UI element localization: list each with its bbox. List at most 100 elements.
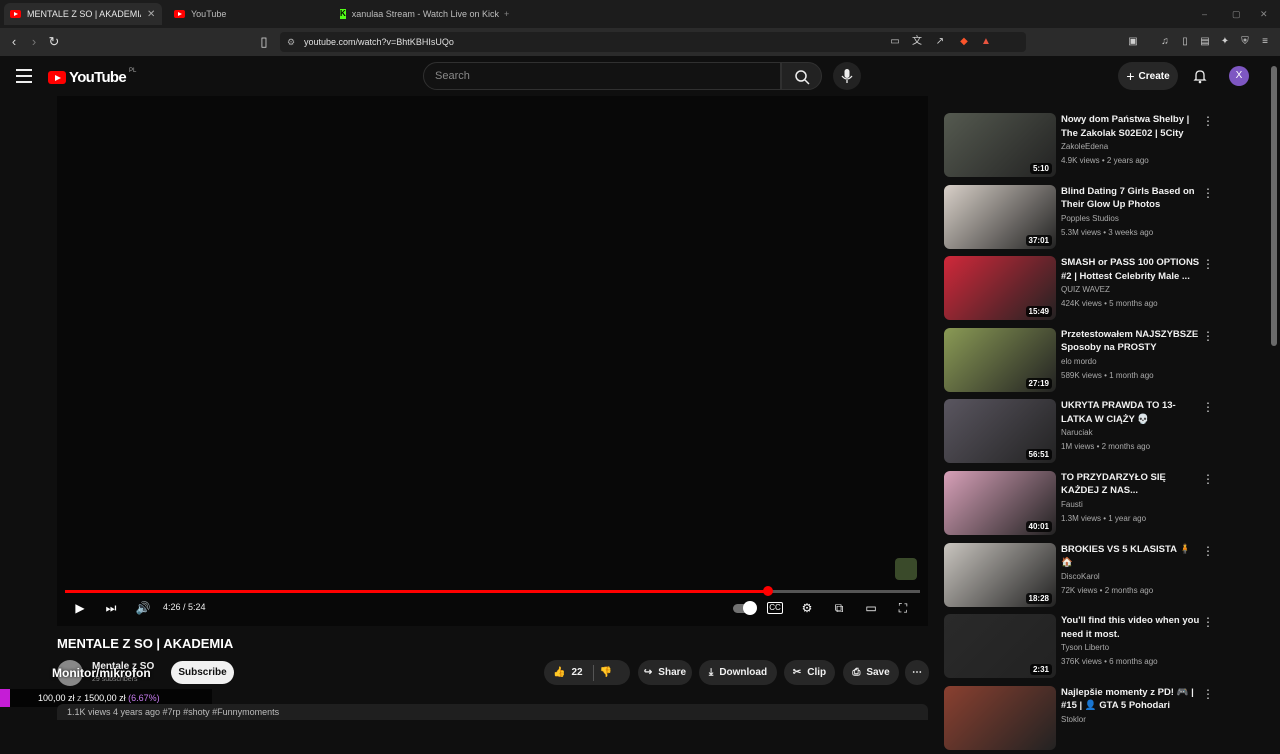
fullscreen-icon[interactable]: ⛶ [895, 600, 911, 616]
description-box[interactable]: 1.1K views 4 years ago #7rp #shoty #Funn… [57, 704, 928, 720]
reload-icon[interactable]: ↻ [46, 34, 62, 50]
captions-icon[interactable]: CC [767, 602, 783, 614]
recommended-title[interactable]: Blind Dating 7 Girls Based on Their Glow… [1061, 185, 1201, 212]
recommended-title[interactable]: TO PRZYDARZYŁO SIĘ KAŻDEJ Z NAS... [1061, 471, 1201, 498]
recommended-video[interactable]: 15:49 SMASH or PASS 100 OPTIONS #2 | Hott… [944, 253, 1219, 325]
video-thumbnail[interactable]: 2:31 [944, 614, 1056, 679]
more-actions-button[interactable]: ⋯ [905, 660, 929, 685]
search-button[interactable] [781, 62, 822, 90]
recommended-channel[interactable]: ZakoleEdena [1061, 142, 1108, 151]
share-icon[interactable]: ↗ [934, 36, 946, 48]
recommended-video[interactable]: Najlepšie momenty z PD! 🎮 | #15 | 👤 GTA … [944, 683, 1219, 754]
download-button[interactable]: ⤓ Download [699, 660, 777, 685]
recommended-channel[interactable]: DiscoKarol [1061, 572, 1100, 581]
browser-tab-youtube[interactable]: YouTube [168, 3, 328, 25]
tab-search-icon[interactable]: ▣ [1127, 36, 1139, 48]
window-close-button[interactable]: ✕ [1254, 3, 1274, 25]
recommended-channel[interactable]: elo mordo [1061, 357, 1097, 366]
page-scrollbar[interactable] [1271, 66, 1277, 346]
forward-icon[interactable]: › [26, 34, 42, 50]
share-button[interactable]: ↪ Share [638, 660, 692, 685]
more-vertical-icon[interactable]: ⋮ [1202, 186, 1214, 200]
video-player[interactable]: ▶ ⏭ 🔊 4:26 / 5:24 CC ⚙ ⧉ ▭ ⛶ [57, 96, 928, 626]
brave-shields-icon[interactable]: ◆ [958, 36, 970, 48]
more-vertical-icon[interactable]: ⋮ [1202, 615, 1214, 629]
recommended-video[interactable]: 40:01 TO PRZYDARZYŁO SIĘ KAŻDEJ Z NAS... F… [944, 468, 1219, 540]
recommended-video[interactable]: 2:31 You'll find this video when you need… [944, 611, 1219, 683]
create-button[interactable]: + Create [1118, 62, 1178, 90]
notifications-bell-icon[interactable] [1192, 68, 1208, 84]
recommended-video[interactable]: 18:28 BROKIES VS 5 KLASISTA 🧍🏠 DiscoKarol 7… [944, 540, 1219, 612]
play-icon[interactable]: ▶ [72, 600, 88, 616]
recommended-channel[interactable]: QUIZ WAVEZ [1061, 285, 1110, 294]
voice-search-button[interactable] [833, 62, 861, 90]
recommended-channel[interactable]: Tyson Liberto [1061, 643, 1109, 652]
theater-mode-icon[interactable]: ▭ [863, 600, 879, 616]
settings-gear-icon[interactable]: ⚙ [799, 600, 815, 616]
recommended-title[interactable]: Najlepšie momenty z PD! 🎮 | #15 | 👤 GTA … [1061, 686, 1201, 714]
recommended-title[interactable]: BROKIES VS 5 KLASISTA 🧍🏠 [1061, 543, 1201, 570]
video-thumbnail[interactable]: 40:01 [944, 470, 1056, 535]
like-button[interactable]: 👍 22 [553, 667, 583, 678]
miniplayer-icon[interactable]: ⧉ [831, 600, 847, 616]
more-vertical-icon[interactable]: ⋮ [1202, 257, 1214, 271]
maximize-button[interactable]: ▢ [1226, 3, 1247, 25]
more-vertical-icon[interactable]: ⋮ [1202, 472, 1214, 486]
volume-icon[interactable]: 🔊 [135, 600, 151, 616]
bookmark-icon[interactable]: ▯ [256, 34, 272, 50]
screen-cast-icon[interactable]: ▭ [889, 36, 901, 48]
thumbs-down-icon[interactable]: 👎 [600, 667, 612, 678]
recommended-channel[interactable]: Naruciak [1061, 428, 1093, 437]
wallet-icon[interactable]: ▤ [1199, 36, 1211, 48]
music-icon[interactable]: ♫ [1159, 36, 1171, 48]
next-video-icon[interactable]: ⏭ [103, 600, 119, 616]
video-thumbnail[interactable]: 27:19 [944, 327, 1056, 392]
video-thumbnail[interactable]: 37:01 [944, 184, 1056, 249]
recommended-title[interactable]: You'll find this video when you need it … [1061, 614, 1201, 641]
youtube-logo[interactable]: YouTube PL [48, 68, 136, 86]
video-thumbnail[interactable] [944, 685, 1056, 750]
recommended-title[interactable]: SMASH or PASS 100 OPTIONS #2 | Hottest C… [1061, 256, 1201, 283]
close-icon[interactable]: ✕ [147, 9, 155, 20]
autoplay-toggle[interactable] [733, 601, 757, 615]
recommended-title[interactable]: UKRYTA PRAWDA TO 13-LATKA W CIĄŻY 💀 [1061, 399, 1201, 426]
recommended-channel[interactable]: Stoklor [1061, 715, 1086, 724]
new-tab-button[interactable]: + [498, 3, 515, 25]
back-icon[interactable]: ‹ [6, 34, 22, 50]
subscribe-button[interactable]: Subscribe [171, 661, 234, 684]
video-thumbnail[interactable]: 18:28 [944, 542, 1056, 607]
clip-button[interactable]: ✂ Clip [784, 660, 835, 685]
more-vertical-icon[interactable]: ⋮ [1202, 400, 1214, 414]
recommended-title[interactable]: Nowy dom Państwa Shelby | The Zakolak S0… [1061, 113, 1201, 140]
video-thumbnail[interactable]: 5:10 [944, 113, 1056, 177]
progress-bar[interactable] [65, 586, 920, 596]
video-thumbnail[interactable]: 56:51 [944, 399, 1056, 464]
search-input[interactable]: Search [423, 62, 781, 90]
browser-tab-current[interactable]: MENTALE Z SO | AKADEMIA - Yo ✕ [4, 3, 162, 25]
recommended-video[interactable]: 37:01 Blind Dating 7 Girls Based on Their… [944, 182, 1219, 254]
vpn-icon[interactable]: ⛨ [1239, 36, 1251, 48]
menu-icon[interactable]: ≡ [1259, 36, 1271, 48]
recommended-title[interactable]: Przetestowałem NAJSZYBSZE Sposoby na PRO… [1061, 328, 1201, 356]
recommended-channel[interactable]: Popples Studios [1061, 214, 1119, 223]
more-vertical-icon[interactable]: ⋮ [1202, 544, 1214, 558]
recommended-video[interactable]: 56:51 UKRYTA PRAWDA TO 13-LATKA W CIĄŻY 💀… [944, 396, 1219, 468]
more-vertical-icon[interactable]: ⋮ [1202, 329, 1214, 343]
more-vertical-icon[interactable]: ⋮ [1202, 114, 1214, 128]
account-avatar[interactable]: X [1229, 66, 1249, 86]
translate-icon[interactable]: 文 [911, 36, 923, 48]
recommended-channel[interactable]: Fausti [1061, 500, 1083, 509]
scrubber-handle[interactable] [762, 586, 773, 596]
browser-tab-kick[interactable]: K xanulaa Stream - Watch Live on Kick [334, 3, 502, 25]
more-vertical-icon[interactable]: ⋮ [1202, 687, 1214, 701]
video-thumbnail[interactable]: 15:49 [944, 256, 1056, 321]
extensions-icon[interactable]: ✦ [1219, 36, 1231, 48]
recommended-video[interactable]: 27:19 Przetestowałem NAJSZYBSZE Sposoby n… [944, 325, 1219, 397]
recommended-video[interactable]: 5:10 Nowy dom Państwa Shelby | The Zakola… [944, 110, 1219, 182]
minimize-button[interactable]: – [1196, 3, 1213, 25]
sidebar-icon[interactable]: ▯ [1179, 36, 1191, 48]
brave-rewards-icon[interactable]: ▲ [980, 36, 992, 48]
site-info-icon[interactable]: ⚙ [287, 32, 295, 52]
hamburger-menu-icon[interactable] [16, 69, 32, 83]
save-button[interactable]: ⎙ Save [843, 660, 899, 685]
